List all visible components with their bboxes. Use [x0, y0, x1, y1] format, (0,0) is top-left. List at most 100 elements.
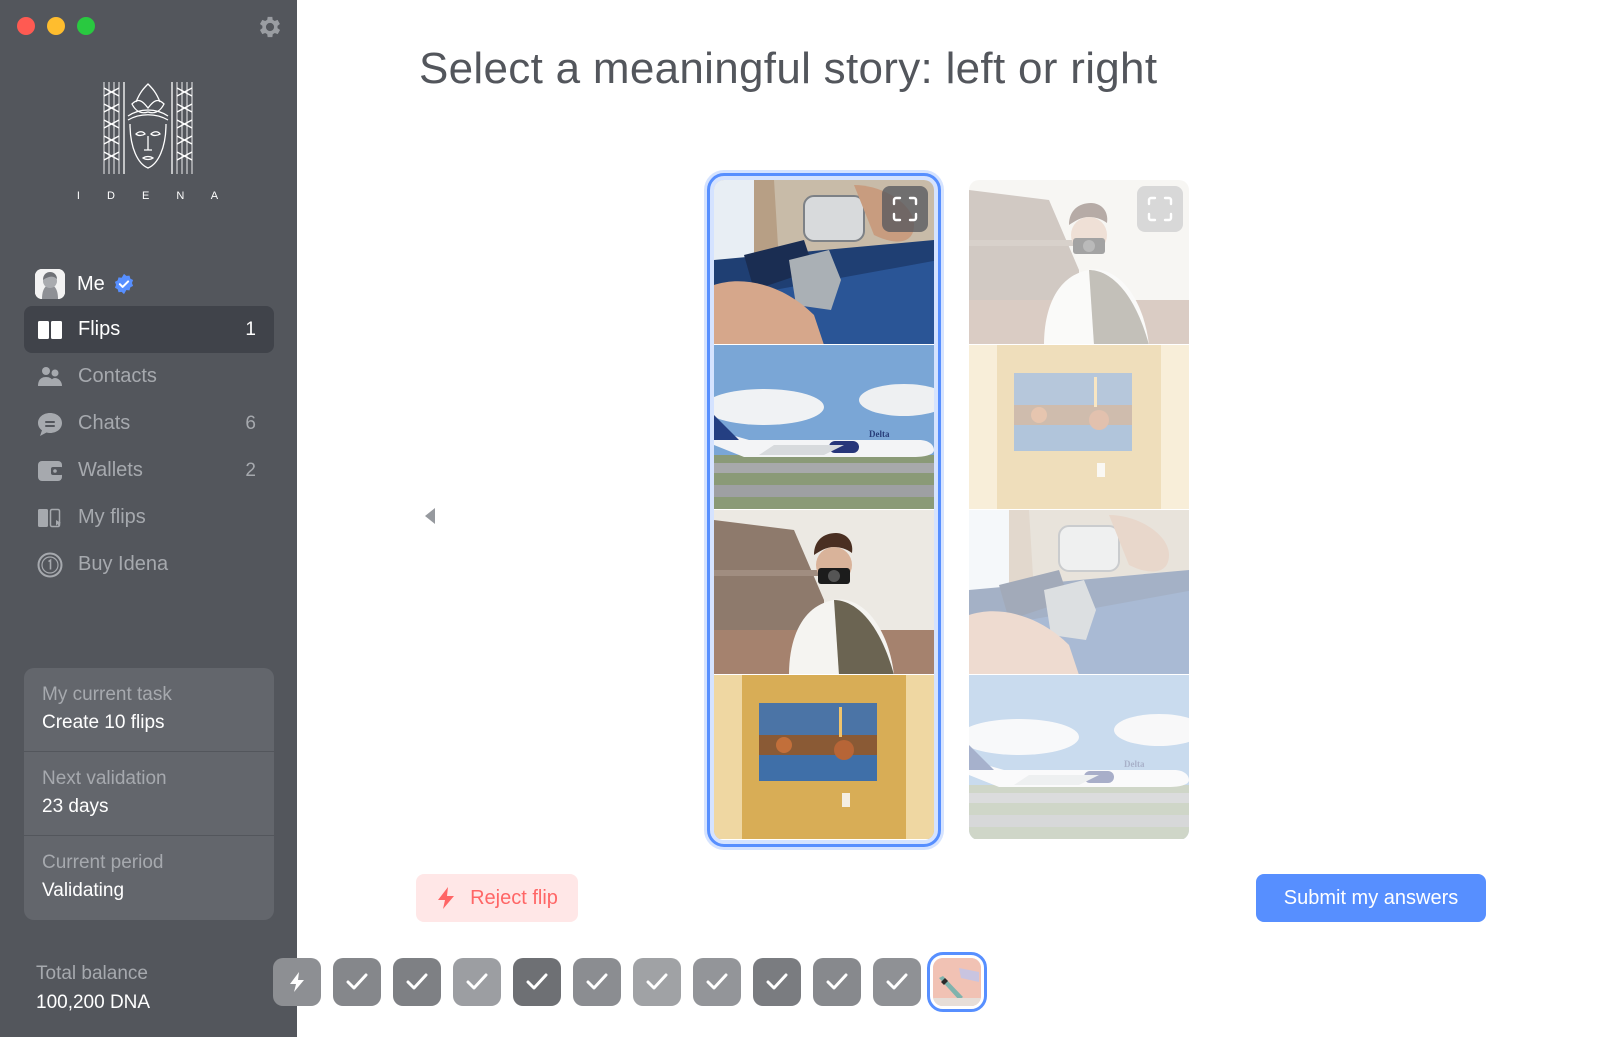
window-minimize-button[interactable]: [47, 17, 65, 35]
previous-flip-arrow-icon[interactable]: [425, 508, 435, 524]
next-validation-value: 23 days: [42, 796, 109, 817]
seatbelt-image: [969, 510, 1189, 674]
sidebar-item-label: Chats: [78, 412, 131, 434]
flip-panel-seatbelt: [969, 510, 1189, 675]
sidebar-item-label: My flips: [78, 506, 146, 528]
flip-panel-airplane: Delta: [714, 345, 934, 510]
brand-wordmark: I D E N A: [76, 190, 231, 202]
reject-flip-button[interactable]: Reject flip: [416, 874, 578, 922]
fullscreen-icon: [1147, 196, 1173, 222]
submit-answers-button[interactable]: Submit my answers: [1256, 874, 1486, 922]
avatar: [35, 269, 65, 299]
lightning-icon: [290, 972, 304, 992]
wallets-count-badge: 2: [245, 459, 256, 481]
checkmark-icon: [406, 973, 428, 990]
profile-name: Me: [77, 272, 105, 295]
flip-panel-painting: [714, 675, 934, 840]
sidebar-nav: Me Flips 1 Contacts Chats 6 Wallets 2 My…: [24, 262, 274, 588]
flip-thumbnail-answered[interactable]: [513, 958, 561, 1006]
user-avatar-icon: [35, 269, 65, 299]
flip-thumbnail-answered[interactable]: [753, 958, 801, 1006]
right-flip-option[interactable]: Delta: [969, 180, 1189, 840]
current-task-label: My current task: [42, 684, 172, 705]
total-balance-label: Total balance: [36, 963, 148, 984]
flip-panel-photographer: [714, 510, 934, 675]
window-maximize-button[interactable]: [77, 17, 95, 35]
sidebar-item-label: Buy Idena: [78, 553, 169, 575]
window-controls: [17, 17, 95, 35]
gear-icon[interactable]: [256, 13, 284, 41]
flip-panel-painting: [969, 345, 1189, 510]
sidebar-item-label: Flips: [78, 318, 121, 340]
flip-panel-airplane: Delta: [969, 675, 1189, 840]
lightning-icon: [438, 887, 455, 909]
sidebar-item-me[interactable]: Me: [24, 262, 274, 306]
left-flip-option[interactable]: Delta: [707, 173, 941, 847]
sidebar: I D E N A Me Flips 1 Contacts Chats 6 Wa…: [0, 0, 297, 1037]
current-flip-thumbnail-image: [933, 958, 981, 1006]
checkmark-icon: [586, 973, 608, 990]
svg-text:Delta: Delta: [869, 429, 890, 439]
checkmark-icon: [346, 973, 368, 990]
status-card: My current task Create 10 flips Next val…: [24, 668, 274, 920]
total-balance: Total balance 100,200 DNA: [36, 960, 150, 1018]
next-validation-block: Next validation 23 days: [24, 752, 274, 836]
expand-right-flip-button[interactable]: [1137, 186, 1183, 232]
sidebar-item-flips[interactable]: Flips 1: [24, 306, 274, 353]
flip-thumbnail-answered[interactable]: [573, 958, 621, 1006]
airplane-image: Delta: [714, 345, 934, 509]
flip-thumbnail-answered[interactable]: [453, 958, 501, 1006]
flip-thumbnail-answered[interactable]: [693, 958, 741, 1006]
total-balance-value: 100,200 DNA: [36, 992, 151, 1013]
current-period-label: Current period: [42, 852, 164, 873]
flip-thumbnails-strip: [273, 952, 987, 1012]
flip-thumbnail-current[interactable]: [927, 952, 987, 1012]
checkmark-icon: [886, 973, 908, 990]
expand-left-flip-button[interactable]: [882, 186, 928, 232]
checkmark-icon: [766, 973, 788, 990]
painting-image: [714, 675, 934, 839]
current-task-block: My current task Create 10 flips: [24, 668, 274, 752]
sidebar-item-wallets[interactable]: Wallets 2: [24, 447, 274, 494]
checkmark-icon: [526, 973, 548, 990]
checkmark-icon: [646, 973, 668, 990]
page-title: Select a meaningful story: left or right: [419, 44, 1158, 93]
idena-logo: [103, 82, 193, 174]
sidebar-item-my-flips[interactable]: My flips: [24, 494, 274, 541]
sidebar-item-label: Contacts: [78, 365, 157, 387]
flip-thumbnail-answered[interactable]: [633, 958, 681, 1006]
photographer-image: [714, 510, 934, 674]
flips-icon: [36, 316, 64, 344]
my-flips-icon: [36, 504, 64, 532]
checkmark-icon: [826, 973, 848, 990]
sidebar-item-buy-idena[interactable]: Buy Idena: [24, 541, 274, 588]
chat-icon: [36, 410, 64, 438]
sidebar-item-label: Wallets: [78, 459, 143, 481]
verified-badge-icon: [114, 273, 133, 295]
sidebar-item-contacts[interactable]: Contacts: [24, 353, 274, 400]
app-window: I D E N A Me Flips 1 Contacts Chats 6 Wa…: [0, 0, 1600, 1037]
chats-count-badge: 6: [245, 412, 256, 434]
current-period-value: Validating: [42, 880, 125, 901]
coin-icon: [36, 551, 64, 579]
svg-text:Delta: Delta: [1124, 759, 1145, 769]
checkmark-icon: [706, 973, 728, 990]
wallet-icon: [36, 457, 64, 485]
sidebar-item-chats[interactable]: Chats 6: [24, 400, 274, 447]
flip-thumbnail-rejected[interactable]: [273, 958, 321, 1006]
window-close-button[interactable]: [17, 17, 35, 35]
flip-thumbnail-answered[interactable]: [873, 958, 921, 1006]
checkmark-icon: [466, 973, 488, 990]
current-period-block: Current period Validating: [24, 836, 274, 920]
painting-image: [969, 345, 1189, 509]
flip-thumbnail-answered[interactable]: [393, 958, 441, 1006]
next-validation-label: Next validation: [42, 768, 167, 789]
flips-count-badge: 1: [245, 318, 256, 340]
flip-thumbnail-answered[interactable]: [813, 958, 861, 1006]
current-task-value: Create 10 flips: [42, 712, 165, 733]
airplane-image: Delta: [969, 675, 1189, 839]
contacts-icon: [36, 363, 64, 391]
reject-flip-label: Reject flip: [470, 886, 558, 909]
flip-thumbnail-answered[interactable]: [333, 958, 381, 1006]
validation-main: Select a meaningful story: left or right: [273, 0, 1600, 1037]
